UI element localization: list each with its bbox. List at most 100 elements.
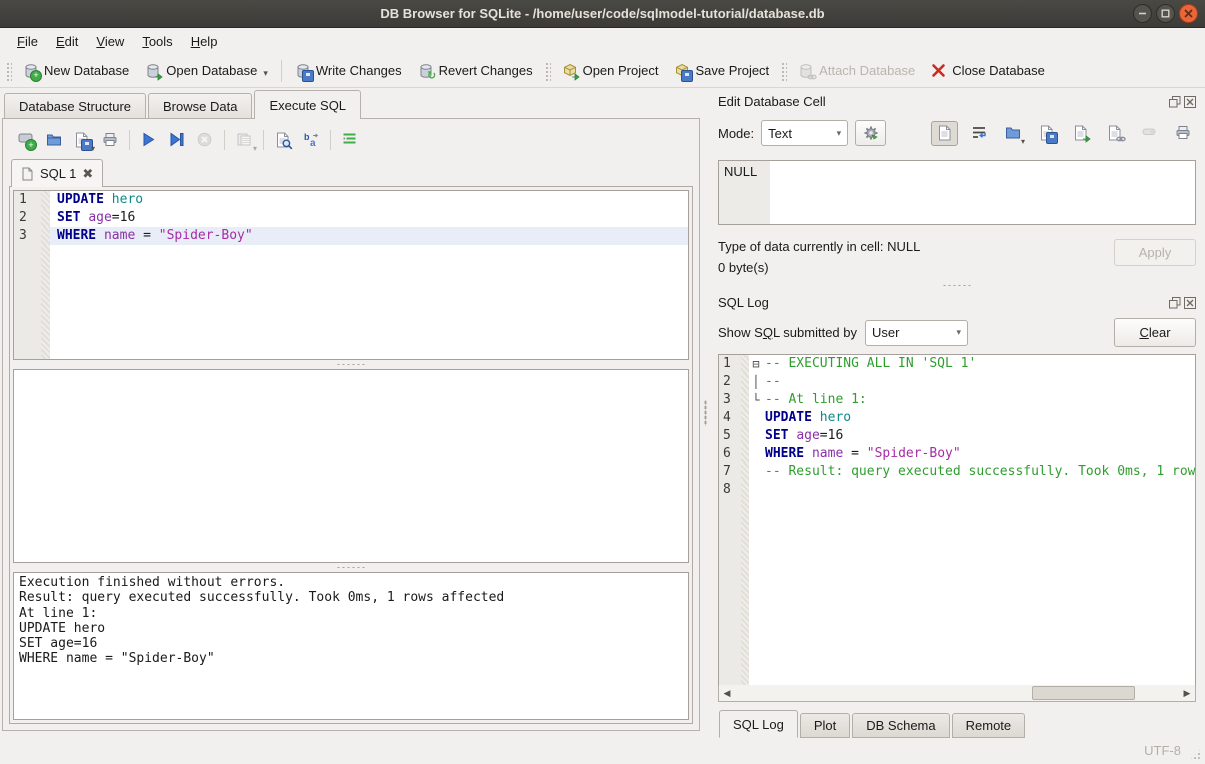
- dropdown-caret-icon[interactable]: ▾: [91, 144, 95, 153]
- menu-tools[interactable]: Tools: [133, 30, 181, 53]
- write-changes-button[interactable]: Write Changes: [287, 59, 410, 83]
- fold-collapse-icon[interactable]: ⊟: [749, 355, 763, 373]
- line-number: 4: [719, 409, 741, 427]
- auto-apply-button[interactable]: [855, 120, 886, 146]
- scroll-left-icon[interactable]: ◀: [719, 685, 735, 701]
- tab-execute-sql[interactable]: Execute SQL: [254, 90, 361, 119]
- log-line: 4UPDATE hero: [719, 409, 1195, 427]
- code-token: [96, 228, 104, 243]
- new-database-button[interactable]: +New Database: [15, 59, 137, 83]
- open-database-button[interactable]: Open Database▾: [137, 59, 276, 83]
- cell-info-row: Type of data currently in cell: NULL 0 b…: [718, 236, 1196, 278]
- code-token: =16: [112, 210, 135, 225]
- chevron-down-icon: ▾: [837, 128, 842, 139]
- line-number: 7: [719, 463, 741, 481]
- format-sql-button[interactable]: [337, 128, 363, 152]
- submitted-by-select[interactable]: User ▾: [865, 320, 968, 346]
- dock-tab-sql-log[interactable]: SQL Log: [719, 710, 798, 738]
- sql-log-view[interactable]: 1⊟-- EXECUTING ALL IN 'SQL 1'2│--3└-- At…: [718, 354, 1196, 685]
- close-panel-icon[interactable]: [1184, 96, 1196, 108]
- dropdown-caret-icon[interactable]: ▾: [253, 144, 257, 153]
- print-cell-button[interactable]: [1169, 121, 1196, 146]
- tab-browse-data[interactable]: Browse Data: [148, 93, 252, 118]
- print-sql-button[interactable]: [97, 128, 123, 152]
- float-panel-icon[interactable]: [1169, 96, 1181, 108]
- sql-file-tab-row: SQL 1 ✖: [9, 158, 693, 186]
- maximize-button[interactable]: [1156, 4, 1175, 23]
- window-controls: [1133, 4, 1198, 23]
- find-replace-button[interactable]: ba: [298, 128, 324, 152]
- menu-help[interactable]: Help: [182, 30, 227, 53]
- menu-edit[interactable]: Edit: [47, 30, 87, 53]
- execute-all-button[interactable]: [136, 128, 162, 152]
- menu-view[interactable]: View: [87, 30, 133, 53]
- apply-button[interactable]: Apply: [1114, 239, 1196, 266]
- dock-tab-db-schema[interactable]: DB Schema: [852, 713, 949, 738]
- editor-results-splitter[interactable]: [13, 360, 689, 369]
- close-button[interactable]: [1179, 4, 1198, 23]
- fold-margin: [741, 391, 749, 409]
- editor-line[interactable]: 3WHERE name = "Spider-Boy": [14, 227, 688, 245]
- stop-execution-icon: [197, 132, 213, 148]
- main-toolbar: +New DatabaseOpen Database▾ Write Changes…: [0, 54, 1205, 88]
- resize-grip[interactable]: [1189, 748, 1202, 761]
- fold-guide: [749, 481, 763, 499]
- revert-changes-button[interactable]: ↻Revert Changes: [410, 59, 541, 83]
- import-text-button[interactable]: ▾: [999, 121, 1026, 146]
- cell-editor-icon-row: ▾: [931, 121, 1196, 146]
- word-wrap-button[interactable]: [965, 121, 992, 146]
- text-document-button[interactable]: [931, 121, 958, 146]
- find-button[interactable]: [270, 128, 296, 152]
- mode-label: Mode:: [718, 126, 754, 141]
- results-grid[interactable]: [13, 369, 689, 563]
- new-sql-tab-button[interactable]: +: [13, 128, 39, 152]
- code-token: =: [843, 446, 866, 461]
- toolbar-separator: [224, 130, 225, 150]
- dock-tab-bar: SQL LogPlotDB SchemaRemote: [718, 711, 1196, 738]
- editor-empty-area[interactable]: [14, 245, 688, 359]
- open-in-external-button[interactable]: [1067, 121, 1094, 146]
- project-save-icon: [674, 63, 690, 79]
- results-log-splitter[interactable]: [13, 563, 689, 572]
- log-code-line: --: [763, 373, 1195, 391]
- mode-select[interactable]: Text ▾: [761, 120, 848, 146]
- cell-value-editor[interactable]: NULL: [718, 160, 1196, 225]
- toolbar-separator: [129, 130, 130, 150]
- editor-line[interactable]: 2SET age=16: [14, 209, 688, 227]
- export-text-button[interactable]: [1033, 121, 1060, 146]
- clear-log-button[interactable]: Clear: [1114, 318, 1196, 347]
- main-vertical-splitter[interactable]: [702, 88, 709, 738]
- open-sql-file-button[interactable]: [41, 128, 67, 152]
- dock-tab-remote[interactable]: Remote: [952, 713, 1026, 738]
- editor-line[interactable]: 1UPDATE hero: [14, 191, 688, 209]
- cell-edit-area[interactable]: [770, 161, 1195, 224]
- sql-file-tab[interactable]: SQL 1 ✖: [11, 159, 103, 187]
- execute-current-line-button[interactable]: [164, 128, 190, 152]
- dropdown-caret-icon[interactable]: ▾: [263, 68, 268, 79]
- fold-margin: [741, 409, 749, 427]
- copy-link-button[interactable]: [1101, 121, 1128, 146]
- save-project-button[interactable]: Save Project: [666, 59, 777, 83]
- scroll-right-icon[interactable]: ▶: [1179, 685, 1195, 701]
- close-sql-tab-icon[interactable]: ✖: [82, 166, 93, 182]
- sql-editor[interactable]: 1UPDATE hero2SET age=163WHERE name = "Sp…: [13, 190, 689, 360]
- save-sql-file-button[interactable]: ▾: [69, 128, 95, 152]
- log-empty-area: [719, 499, 1195, 685]
- menu-file[interactable]: File: [8, 30, 47, 53]
- fold-margin: [741, 373, 749, 391]
- scrollbar-thumb[interactable]: [1032, 686, 1134, 700]
- dropdown-caret-icon[interactable]: ▾: [1021, 137, 1025, 146]
- close-database-button[interactable]: Close Database: [923, 59, 1053, 83]
- tab-database-structure[interactable]: Database Structure: [4, 93, 146, 118]
- dock-section-splitter[interactable]: [718, 278, 1196, 293]
- save-sql-file-icon: [74, 132, 90, 148]
- cell-null-gutter: NULL: [719, 161, 770, 224]
- toolbar-button-label: Attach Database: [819, 63, 915, 78]
- open-project-button[interactable]: Open Project: [554, 59, 667, 83]
- float-panel-icon[interactable]: [1169, 297, 1181, 309]
- sql-log-hscrollbar[interactable]: ◀ ▶: [718, 685, 1196, 702]
- scrollbar-track[interactable]: [735, 685, 1179, 701]
- minimize-button[interactable]: [1133, 4, 1152, 23]
- dock-tab-plot[interactable]: Plot: [800, 713, 850, 738]
- close-panel-icon[interactable]: [1184, 297, 1196, 309]
